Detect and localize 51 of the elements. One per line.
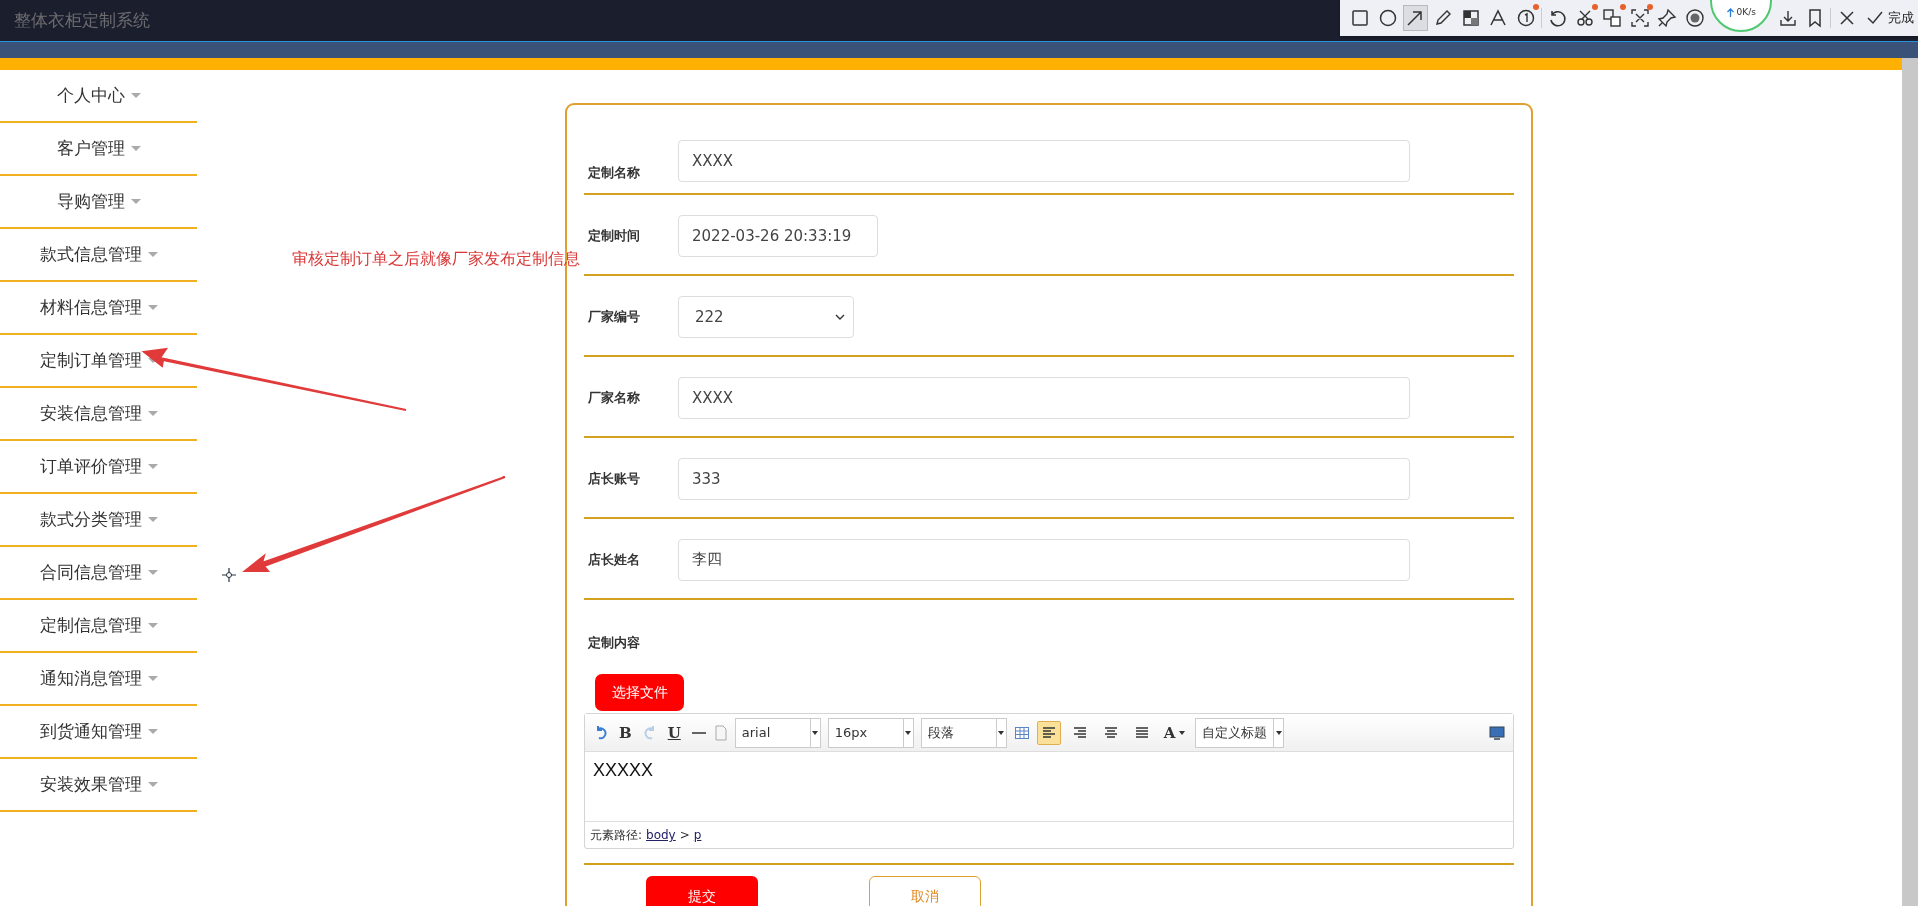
sidebar-item[interactable]: 客户管理 bbox=[0, 123, 197, 176]
align-left-icon[interactable] bbox=[1036, 720, 1061, 745]
text-field[interactable]: XXXX bbox=[678, 140, 1410, 182]
scrollbar[interactable] bbox=[1902, 58, 1918, 906]
editor-select[interactable]: arial bbox=[734, 717, 821, 748]
field-label: 定制时间 bbox=[587, 226, 641, 245]
path-link[interactable]: p bbox=[693, 828, 702, 842]
sidebar-item[interactable]: 材料信息管理 bbox=[0, 282, 197, 335]
text-field[interactable]: 李四 bbox=[678, 538, 1410, 581]
path-label: 元素路径: bbox=[590, 826, 643, 844]
check-icon bbox=[1865, 9, 1884, 27]
editor-select[interactable]: 段落 bbox=[920, 717, 1007, 748]
select-field[interactable]: 222 bbox=[678, 295, 854, 338]
sidebar-item[interactable]: 款式分类管理 bbox=[0, 494, 197, 547]
sidebar-item[interactable]: 到货通知管理 bbox=[0, 706, 197, 759]
editor-select[interactable]: 自定义标题 bbox=[1195, 717, 1285, 748]
sidebar-item[interactable]: 导购管理 bbox=[0, 176, 197, 229]
table-icon[interactable] bbox=[1013, 724, 1030, 741]
field-label: 厂家编号 bbox=[587, 307, 641, 326]
sidebar-item[interactable]: 款式信息管理 bbox=[0, 229, 197, 282]
sidebar-item[interactable]: 定制信息管理 bbox=[0, 600, 197, 653]
field-label: 定制内容 bbox=[587, 634, 641, 652]
monitor-icon[interactable] bbox=[1489, 724, 1505, 741]
sidebar-item[interactable]: 安装效果管理 bbox=[0, 759, 197, 812]
app-title: 整体衣柜定制系统 bbox=[14, 9, 150, 32]
choose-file-button[interactable]: 选择文件 bbox=[595, 674, 684, 711]
field-label: 店长账号 bbox=[587, 469, 641, 488]
editor-select[interactable]: 16px bbox=[827, 717, 914, 748]
sidebar-item[interactable]: 通知消息管理 bbox=[0, 653, 197, 706]
speed-text: 0K/s bbox=[1736, 7, 1756, 17]
crosshair-icon bbox=[221, 567, 237, 583]
path-link[interactable]: body bbox=[646, 828, 676, 842]
field-label: 定制名称 bbox=[587, 164, 641, 182]
field-label: 厂家名称 bbox=[587, 388, 641, 407]
done-button[interactable]: 完成 bbox=[1861, 9, 1918, 27]
datetime-field[interactable]: 2022-03-26 20:33:19 bbox=[678, 214, 878, 257]
text-field[interactable]: 333 bbox=[678, 457, 1410, 500]
bold-button[interactable]: B bbox=[616, 723, 635, 742]
underline-button[interactable]: U bbox=[664, 723, 684, 742]
editor-text[interactable]: XXXXX bbox=[585, 752, 1513, 822]
sidebar-item[interactable]: 合同信息管理 bbox=[0, 547, 197, 600]
font-color-button[interactable]: A bbox=[1160, 723, 1189, 742]
sidebar-item[interactable]: 个人中心 bbox=[0, 70, 197, 123]
text-field[interactable]: XXXX bbox=[678, 376, 1410, 419]
upload-arrow-icon bbox=[1726, 8, 1734, 17]
sidebar-item[interactable]: 安装信息管理 bbox=[0, 388, 197, 441]
sidebar-item[interactable]: 订单评价管理 bbox=[0, 441, 197, 494]
submit-button[interactable]: 提交 bbox=[646, 876, 758, 906]
field-label: 店长姓名 bbox=[587, 550, 641, 569]
chevron-down-icon bbox=[835, 313, 845, 320]
path-separator: > bbox=[679, 828, 690, 842]
